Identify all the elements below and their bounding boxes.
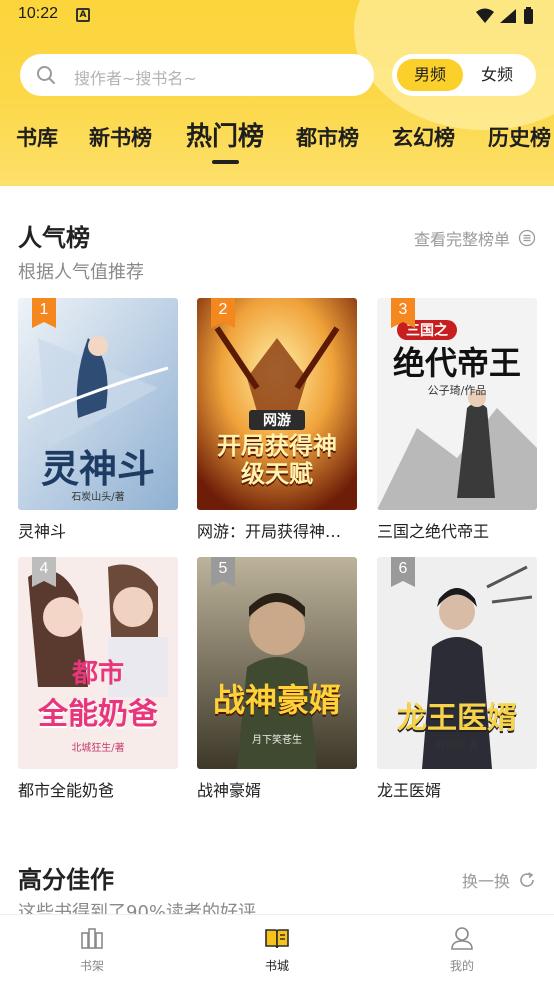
cover-title: 战神豪婿 [212, 681, 341, 719]
cover-author: 石炭山头/著 [71, 492, 125, 503]
rank-number: 4 [39, 560, 49, 577]
gender-switch: 男频 女频 [392, 54, 536, 96]
wifi-icon [476, 8, 494, 23]
book-card[interactable]: 战神豪婿 月下笑苍生 5 战神豪婿 [197, 557, 357, 801]
book-card[interactable]: 龙王医婿 轩疯狂 著 6 龙王医婿 [377, 557, 537, 801]
rank-number: 2 [218, 301, 228, 318]
book-card[interactable]: 网游 开局获得神级天赋 2 网游：开局获得神… [197, 298, 357, 542]
cover-tag: 都市 [71, 659, 124, 689]
rank-badge: 2 [211, 298, 235, 328]
tab-fantasy[interactable]: 玄幻榜 [392, 122, 455, 152]
cover-tag: 网游 [249, 410, 305, 430]
high-score-section-title: 高分佳作 [18, 865, 114, 894]
cover-title: 全能奶爸 [38, 697, 158, 732]
gender-female-button[interactable]: 女频 [464, 59, 530, 91]
rank-badge: 6 [391, 557, 415, 587]
popular-section-subtitle: 根据人气值推荐 [18, 262, 144, 283]
book-cover[interactable]: 网游 开局获得神级天赋 2 [197, 298, 357, 510]
book-cover[interactable]: 灵神斗 石炭山头/著 1 [18, 298, 178, 510]
status-time: 10:22 [18, 5, 59, 22]
user-icon [451, 927, 473, 950]
tab-new-books[interactable]: 新书榜 [89, 122, 152, 152]
active-tab-indicator [212, 160, 239, 164]
rank-badge: 3 [391, 298, 415, 328]
tab-hot[interactable]: 热门榜 [186, 116, 264, 153]
book-title[interactable]: 龙王医婿 [377, 777, 537, 801]
rank-number: 5 [218, 560, 228, 577]
cover-title: 灵神斗 [40, 446, 155, 491]
cover-title: 绝代帝王 [392, 344, 521, 382]
bottom-nav: 书架 书城 我的 [0, 914, 554, 984]
battery-icon [524, 9, 533, 24]
status-bar: 10:22 A [0, 0, 554, 32]
rank-badge: 1 [32, 298, 56, 328]
status-icons [476, 7, 533, 24]
book-card[interactable]: 都市 全能奶爸 北城狂生/著 4 都市全能奶爸 [18, 557, 178, 801]
cover-title: 开局获得神级天赋 [217, 431, 337, 488]
nav-store-label: 书城 [264, 959, 289, 973]
book-cover[interactable]: 龙王医婿 轩疯狂 著 6 [377, 557, 537, 769]
rank-number: 6 [398, 560, 408, 577]
rank-number: 3 [398, 301, 408, 318]
book-title[interactable]: 都市全能奶爸 [18, 777, 178, 801]
book-title[interactable]: 战神豪婿 [197, 777, 357, 801]
tab-history[interactable]: 历史榜 [488, 122, 551, 152]
open-book-icon [265, 929, 289, 949]
nav-shelf[interactable]: 书架 [52, 925, 132, 974]
book-title[interactable]: 三国之绝代帝王 [377, 518, 537, 542]
gender-male-button[interactable]: 男频 [397, 59, 463, 91]
bookshelf-icon [81, 928, 103, 949]
nav-shelf-label: 书架 [79, 959, 104, 973]
cover-author: 月下笑苍生 [252, 735, 302, 746]
cover-title: 龙王医婿 [397, 701, 517, 736]
book-cover[interactable]: 战神豪婿 月下笑苍生 5 [197, 557, 357, 769]
refresh-link[interactable]: 换一换 [462, 868, 536, 892]
book-card[interactable]: 三国之 绝代帝王 公子琦/作品 3 三国之绝代帝王 [377, 298, 537, 542]
list-icon [518, 229, 536, 247]
rank-badge: 5 [211, 557, 235, 587]
book-title[interactable]: 灵神斗 [18, 518, 178, 542]
tab-shuku[interactable]: 书库 [16, 122, 58, 152]
search-icon [37, 66, 55, 84]
ranking-tabs: 书库 新书榜 热门榜 都市榜 玄幻榜 历史榜 [0, 116, 554, 166]
book-cover[interactable]: 都市 全能奶爸 北城狂生/著 4 [18, 557, 178, 769]
book-card[interactable]: 灵神斗 石炭山头/著 1 灵神斗 [18, 298, 178, 542]
nav-store[interactable]: 书城 [237, 925, 317, 974]
cover-author: 公子琦/作品 [427, 384, 487, 397]
search-placeholder[interactable]: 搜作者~搜书名~ [74, 65, 197, 89]
view-full-list-label[interactable]: 查看完整榜单 [414, 226, 510, 250]
nav-mine-label: 我的 [449, 959, 474, 973]
cover-author: 轩疯狂 著 [435, 741, 479, 752]
nav-mine[interactable]: 我的 [422, 925, 502, 974]
rank-number: 1 [39, 301, 49, 318]
book-cover[interactable]: 三国之 绝代帝王 公子琦/作品 3 [377, 298, 537, 510]
view-full-list-link[interactable]: 查看完整榜单 [414, 226, 536, 250]
refresh-icon [520, 872, 534, 887]
tab-urban[interactable]: 都市榜 [296, 122, 359, 152]
signal-icon [500, 9, 516, 23]
header: 10:22 A 搜作者~搜书名~ 男频 女频 书库 新书榜 热门榜 都市榜 玄幻… [0, 0, 554, 186]
notification-icon: A [76, 8, 90, 22]
cover-author: 北城狂生/著 [71, 743, 125, 754]
rank-badge: 4 [32, 557, 56, 587]
search-bar[interactable]: 搜作者~搜书名~ [20, 54, 374, 96]
popular-section-title: 人气榜 [18, 223, 90, 252]
refresh-label[interactable]: 换一换 [462, 868, 510, 892]
book-title[interactable]: 网游：开局获得神… [197, 518, 357, 542]
